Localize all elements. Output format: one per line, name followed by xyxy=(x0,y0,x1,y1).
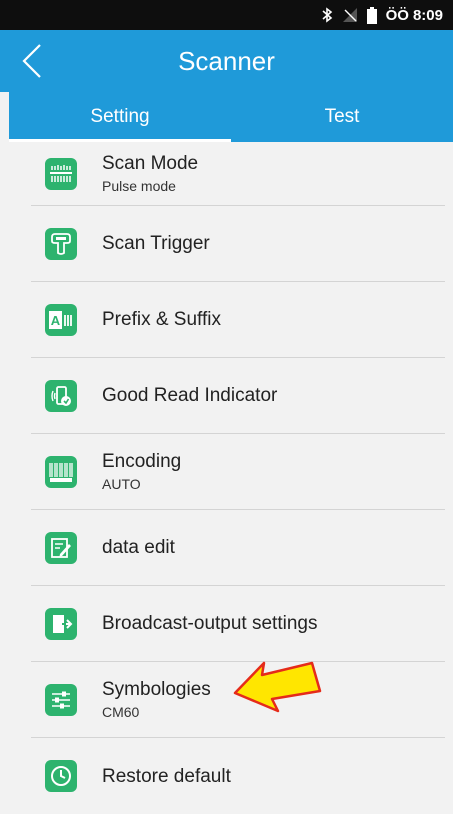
status-bar: ÖÖ 8:09 xyxy=(0,0,453,30)
page-title: Scanner xyxy=(178,45,275,76)
setting-data-edit[interactable]: data edit xyxy=(31,510,445,586)
setting-broadcast-output[interactable]: Broadcast-output settings xyxy=(31,586,445,662)
annotation-arrow-icon xyxy=(233,661,322,713)
battery-icon xyxy=(366,6,377,24)
setting-subtitle: Pulse mode xyxy=(102,178,176,194)
setting-good-read-indicator[interactable]: Good Read Indicator xyxy=(31,358,445,434)
setting-title: Scan Trigger xyxy=(102,233,210,254)
tab-test[interactable]: Test xyxy=(231,92,453,142)
setting-scan-mode[interactable]: Scan Mode Pulse mode xyxy=(31,142,445,206)
setting-title: Good Read Indicator xyxy=(102,385,278,406)
setting-subtitle: AUTO xyxy=(102,476,141,492)
setting-title: Scan Mode xyxy=(102,153,199,174)
setting-title: Prefix & Suffix xyxy=(102,309,221,330)
scan-trigger-icon xyxy=(45,227,77,260)
carrier-text: ÖÖ xyxy=(385,6,409,24)
symbologies-icon xyxy=(45,683,77,716)
scan-mode-icon xyxy=(45,157,77,190)
app-bar: Scanner xyxy=(0,30,453,92)
setting-scan-trigger[interactable]: Scan Trigger xyxy=(31,206,445,282)
setting-prefix-suffix[interactable]: A Prefix & Suffix xyxy=(31,282,445,358)
tab-bar: Setting Test xyxy=(9,92,453,142)
prefix-suffix-icon: A xyxy=(45,303,77,336)
no-signal-icon xyxy=(342,7,358,23)
tab-setting[interactable]: Setting xyxy=(9,92,231,142)
data-edit-icon xyxy=(45,531,77,564)
good-read-indicator-icon xyxy=(45,379,77,412)
setting-title: Symbologies xyxy=(102,679,211,700)
setting-title: Restore default xyxy=(102,765,231,787)
setting-title: Broadcast-output settings xyxy=(102,613,318,634)
status-time: 8:09 xyxy=(412,6,443,24)
setting-title: Encoding xyxy=(102,451,182,472)
svg-text:A: A xyxy=(51,313,61,328)
barcode-icon xyxy=(45,455,77,488)
setting-subtitle: CM60 xyxy=(102,704,140,720)
setting-encoding[interactable]: Encoding AUTO xyxy=(31,434,445,510)
broadcast-output-icon xyxy=(45,607,77,640)
setting-title: data edit xyxy=(102,537,175,558)
clock-icon xyxy=(45,760,77,792)
bluetooth-icon xyxy=(321,7,333,23)
